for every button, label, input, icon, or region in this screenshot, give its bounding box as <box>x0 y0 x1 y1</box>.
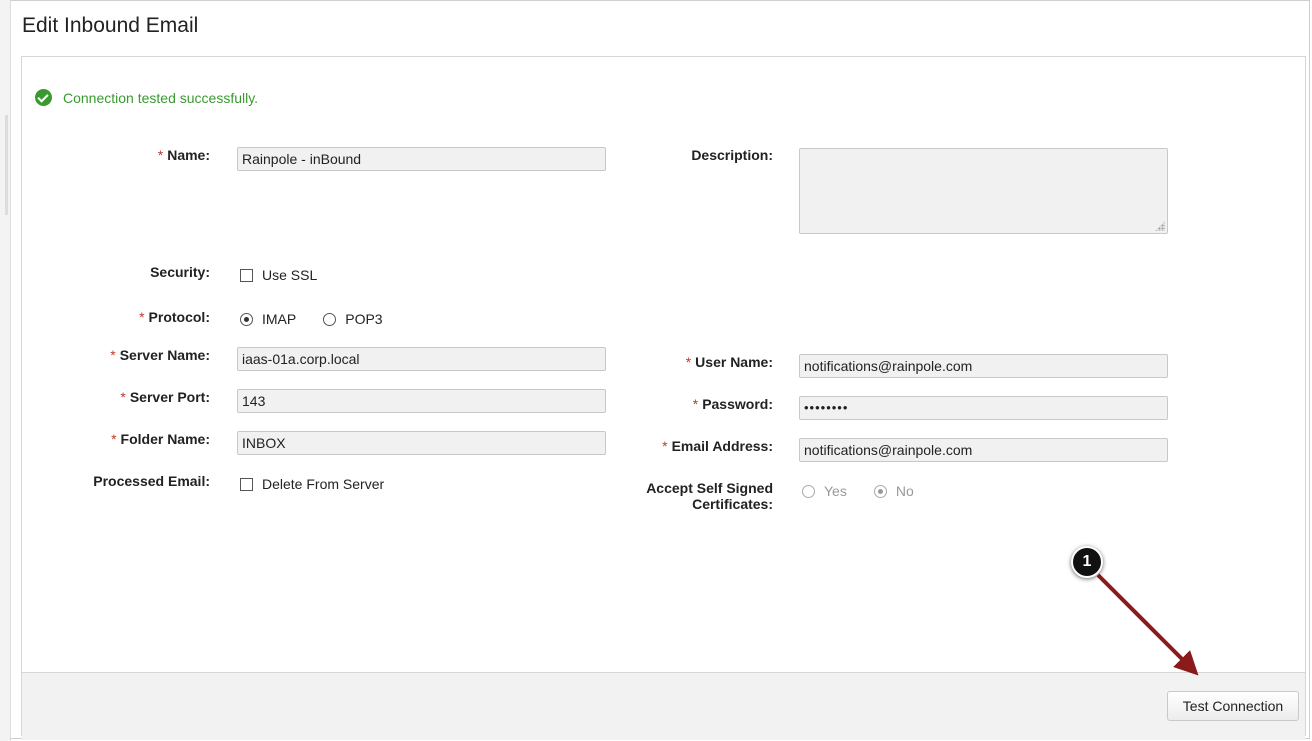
server-name-input[interactable]: iaas-01a.corp.local <box>237 347 606 371</box>
test-connection-button[interactable]: Test Connection <box>1167 691 1299 721</box>
folder-name-label: * Folder Name: <box>20 431 210 447</box>
success-message: Connection tested successfully. <box>35 89 258 106</box>
password-label-text: Password: <box>702 396 773 412</box>
folder-name-label-text: Folder Name: <box>120 431 210 447</box>
accept-self-signed-label-line1: Accept Self Signed <box>646 480 773 496</box>
pop3-label: POP3 <box>345 311 383 327</box>
dialog-footer <box>22 672 1305 740</box>
sidebar-scroll-grip[interactable] <box>5 115 8 215</box>
email-address-input[interactable]: notifications@rainpole.com <box>799 438 1168 462</box>
required-marker: * <box>110 347 116 363</box>
delete-from-server-label: Delete From Server <box>262 476 385 492</box>
yes-radio[interactable] <box>802 484 815 498</box>
security-label: Security: <box>150 264 210 280</box>
name-input[interactable]: Rainpole - inBound <box>237 147 606 171</box>
pop3-radio[interactable] <box>323 312 337 326</box>
server-name-label: * Server Name: <box>20 347 210 363</box>
use-ssl-checkbox[interactable] <box>240 268 253 282</box>
protocol-label-text: Protocol: <box>148 309 210 325</box>
processed-email-label: Processed Email: <box>93 473 210 489</box>
required-marker: * <box>157 147 164 163</box>
delete-from-server-checkbox-row[interactable]: Delete From Server <box>240 476 384 492</box>
accept-self-signed-label-line2: Certificates: <box>692 496 773 512</box>
server-port-input[interactable]: 143 <box>237 389 606 413</box>
required-marker: * <box>111 431 117 447</box>
description-label: Description: <box>691 147 773 163</box>
page-title: Edit Inbound Email <box>22 14 199 37</box>
left-sidebar-strip <box>0 0 11 741</box>
description-textarea[interactable] <box>799 148 1168 234</box>
no-radio[interactable] <box>873 484 887 498</box>
user-name-label: * User Name: <box>593 354 773 370</box>
delete-from-server-checkbox[interactable] <box>240 477 253 491</box>
required-marker: * <box>120 389 126 405</box>
user-name-input[interactable]: notifications@rainpole.com <box>799 354 1168 378</box>
email-address-label: * Email Address: <box>593 438 773 454</box>
required-marker: * <box>662 438 668 454</box>
no-label: No <box>895 483 914 499</box>
use-ssl-label: Use SSL <box>262 267 318 283</box>
accept-self-signed-radio-group: Yes No <box>802 483 941 499</box>
protocol-label: * Protocol: <box>20 309 210 325</box>
server-port-label-text: Server Port: <box>129 389 210 405</box>
protocol-option-pop3[interactable]: POP3 <box>323 311 383 327</box>
imap-label: IMAP <box>262 311 297 327</box>
step-marker-badge: 1 <box>1071 546 1103 578</box>
user-name-label-text: User Name: <box>695 354 773 370</box>
required-marker: * <box>685 354 692 370</box>
email-address-label-text: Email Address: <box>671 438 773 454</box>
required-marker: * <box>139 309 145 325</box>
password-label: * Password: <box>593 396 773 412</box>
success-check-icon <box>35 89 52 106</box>
name-label-text: Name: <box>167 147 210 163</box>
use-ssl-checkbox-row[interactable]: Use SSL <box>240 267 317 283</box>
accept-option-yes[interactable]: Yes <box>802 483 847 499</box>
success-text: Connection tested successfully. <box>63 89 259 106</box>
server-port-label: * Server Port: <box>20 389 210 405</box>
required-marker: * <box>692 396 699 412</box>
resize-handle-icon[interactable] <box>1155 221 1165 231</box>
password-input[interactable]: •••••••• <box>799 396 1168 420</box>
protocol-option-imap[interactable]: IMAP <box>240 311 296 327</box>
protocol-radio-group: IMAP POP3 <box>240 311 410 327</box>
imap-radio[interactable] <box>240 312 253 326</box>
accept-option-no[interactable]: No <box>873 483 914 499</box>
name-label: * Name: <box>20 147 210 163</box>
accept-self-signed-label: Accept Self Signed Certificates: <box>593 480 773 512</box>
server-name-label-text: Server Name: <box>119 347 210 363</box>
yes-label: Yes <box>824 483 847 499</box>
folder-name-input[interactable]: INBOX <box>237 431 606 455</box>
